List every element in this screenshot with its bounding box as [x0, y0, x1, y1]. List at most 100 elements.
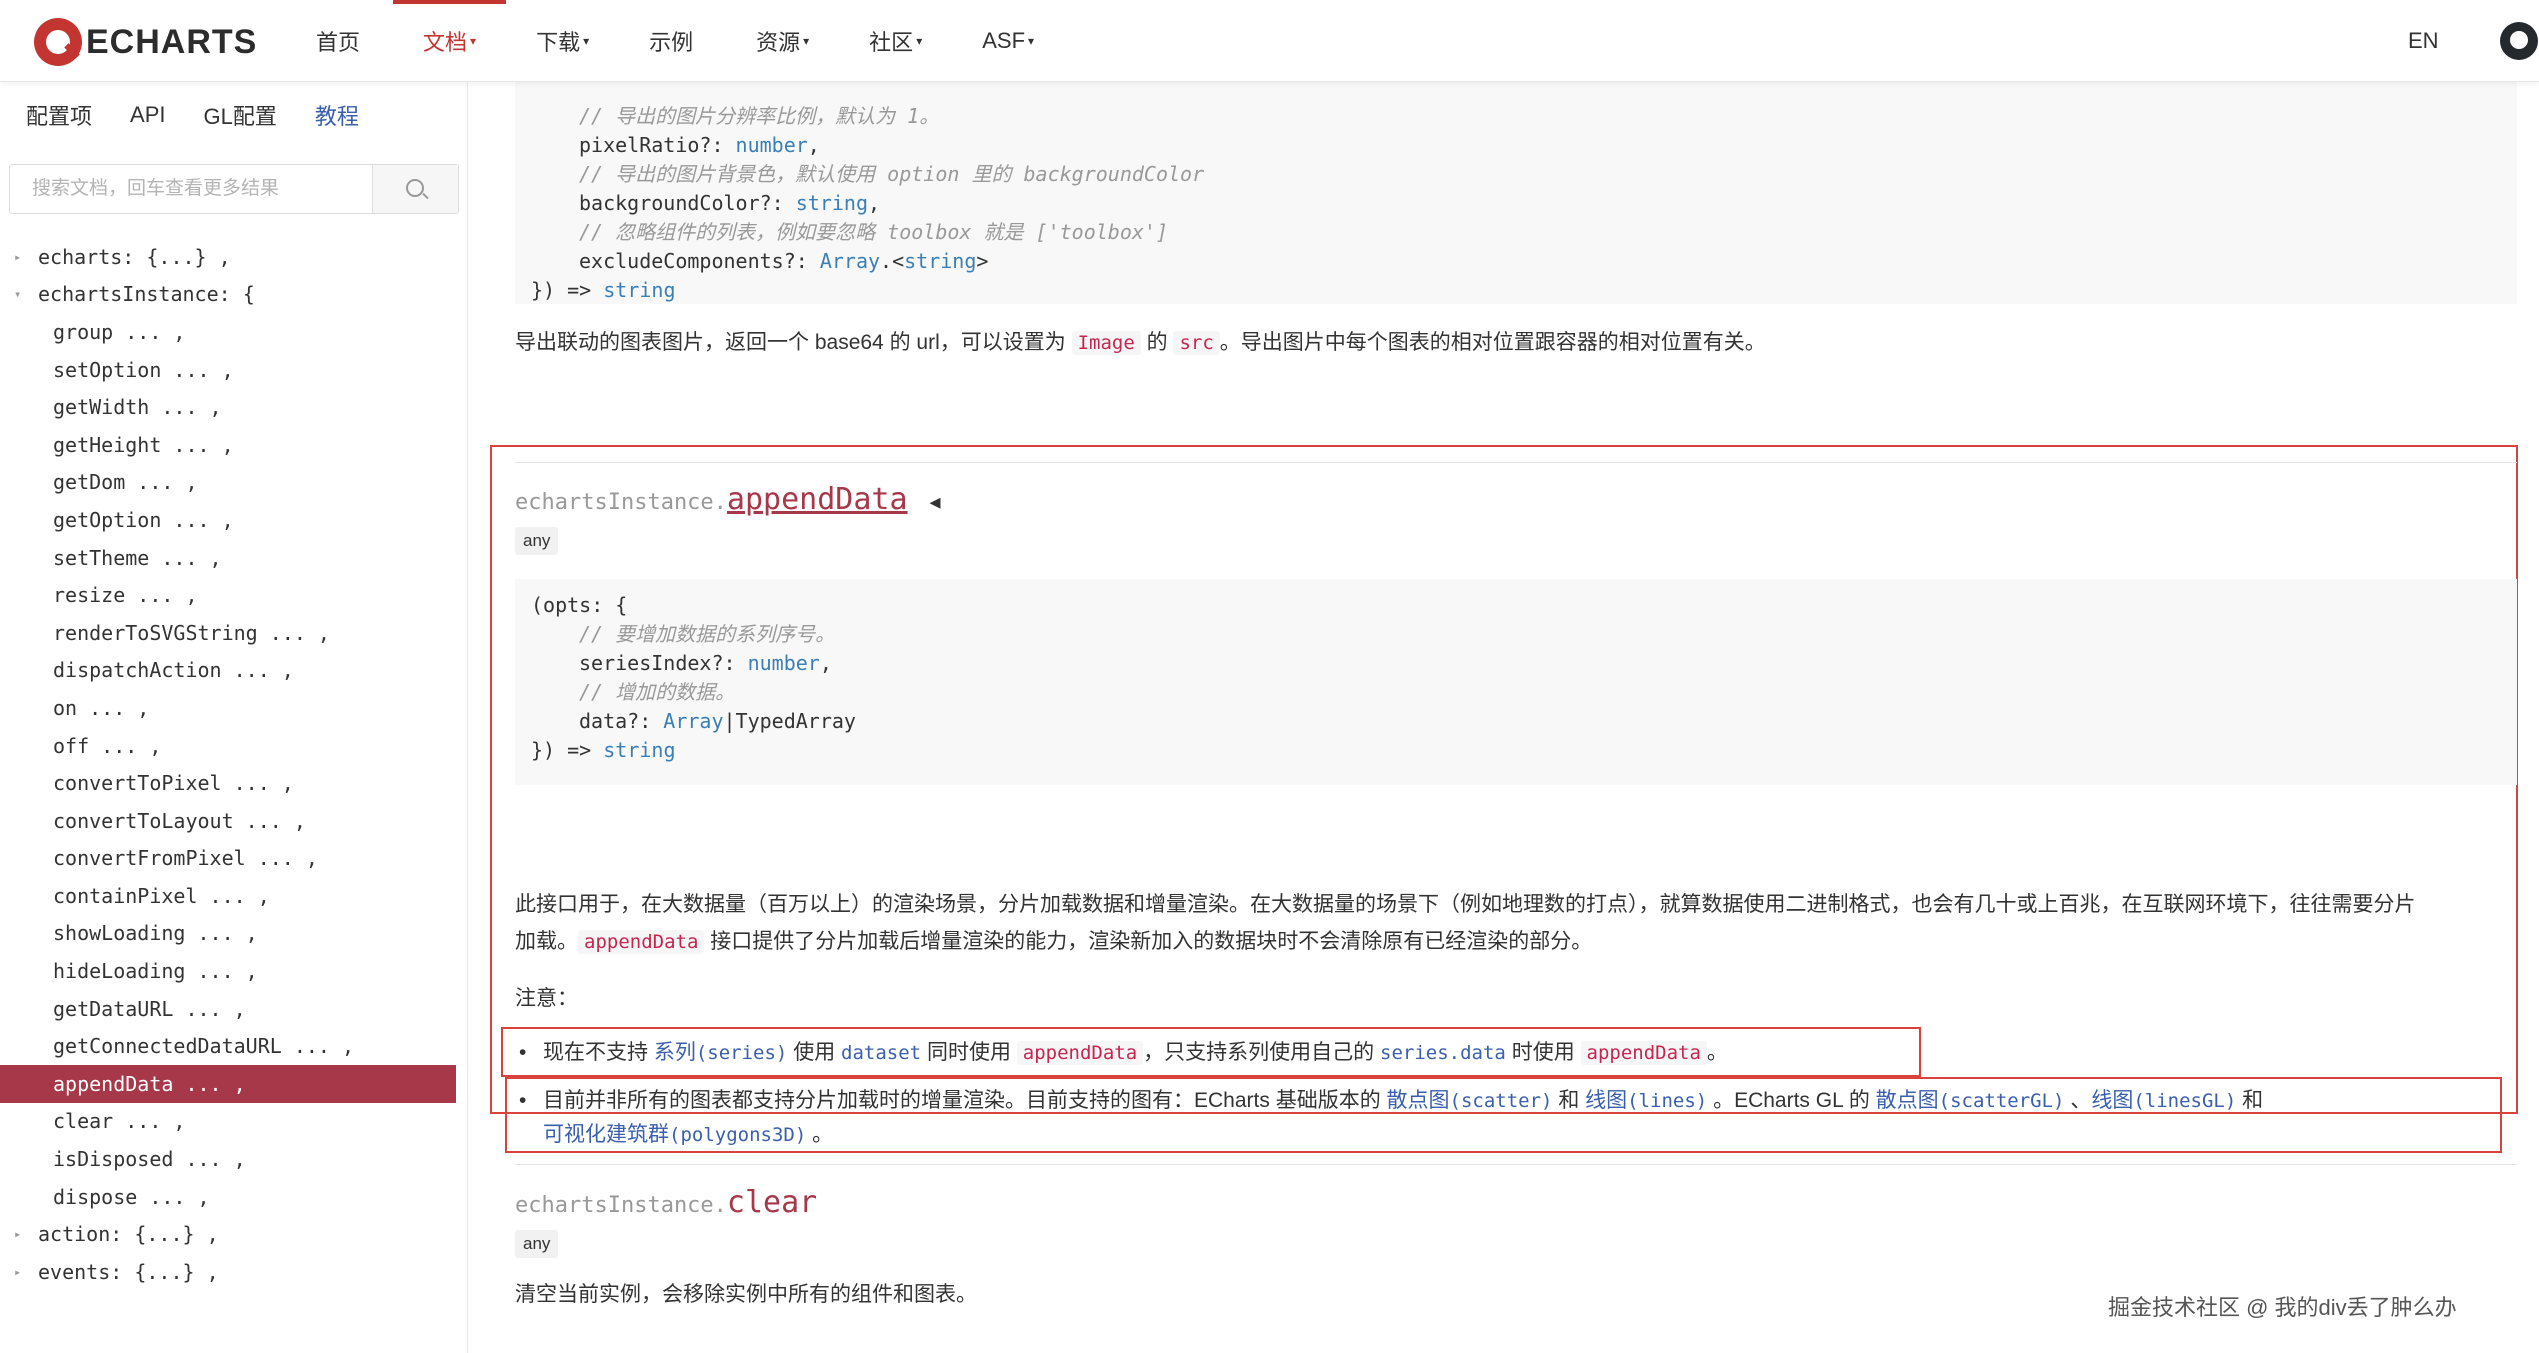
link-scattergl[interactable]: 散点图 [1876, 1089, 1939, 1112]
link-polygons3d[interactable]: 可视化建筑群 [543, 1123, 669, 1146]
search-input[interactable] [10, 165, 372, 213]
tree-item[interactable]: group ... , [0, 313, 468, 351]
tab-gl-option[interactable]: GL配置 [203, 99, 276, 131]
section-divider [515, 1164, 2517, 1165]
inline-code: appendData [1016, 1041, 1144, 1065]
top-navbar: ECHARTS 首页 文档 ▾ 下载 ▾ 示例 资源 ▾ 社区 ▾ ASF ▾ EN [0, 0, 2539, 82]
nav-menu: 首页 文档 ▾ 下载 ▾ 示例 资源 ▾ 社区 ▾ ASF ▾ [286, 0, 1064, 82]
code-key: excludeComponents?: [579, 249, 820, 273]
nav-item-examples[interactable]: 示例 [619, 0, 726, 82]
inline-code: appendData [578, 930, 705, 954]
nav-item-resources[interactable]: 资源 ▾ [726, 0, 839, 82]
code-punct: }) => [531, 738, 604, 762]
code-key: pixelRatio?: [579, 133, 736, 157]
back-arrow-icon[interactable]: ◂ [930, 489, 941, 514]
getconnecteddataurl-description: 导出联动的图表图片，返回一个 base64 的 url，可以设置为 Image … [515, 324, 2517, 362]
tree-item[interactable]: getOption ... , [0, 501, 468, 539]
tree-item[interactable]: renderToSVGString ... , [0, 614, 468, 652]
tree-item[interactable]: clear ... , [0, 1103, 468, 1141]
link-linesgl-code[interactable]: (linesGL) [2133, 1090, 2236, 1112]
tree-item[interactable]: showLoading ... , [0, 915, 468, 953]
code-punct: > [976, 249, 989, 273]
nav-item-docs[interactable]: 文档 ▾ [393, 0, 507, 82]
code-type: number [747, 651, 820, 675]
tree-item-label: convertToLayout ... , [53, 808, 306, 833]
tab-api[interactable]: API [130, 102, 165, 128]
chevron-down-icon: ▾ [1028, 34, 1035, 48]
tree-item-label: on ... , [53, 695, 150, 720]
link-series[interactable]: 系列 [654, 1041, 696, 1064]
nav-label: ASF [982, 28, 1026, 53]
language-switch[interactable]: EN [2408, 0, 2439, 82]
tree-item[interactable]: getWidth ... , [0, 388, 468, 426]
tree-item[interactable]: on ... , [0, 689, 468, 727]
echarts-logo[interactable]: ECHARTS [34, 16, 257, 68]
tree-item[interactable]: off ... , [0, 727, 468, 765]
github-icon[interactable] [2500, 22, 2538, 60]
tree-item[interactable]: containPixel ... , [0, 877, 468, 915]
tree-item[interactable]: setTheme ... , [0, 539, 468, 577]
tree-item[interactable]: convertToPixel ... , [0, 764, 468, 802]
section-divider [515, 462, 2517, 463]
chevron-down-icon: ▾ [583, 34, 590, 48]
link-linesgl[interactable]: 线图 [2091, 1089, 2133, 1112]
tree-item[interactable]: isDisposed ... , [0, 1140, 468, 1178]
tree-item[interactable]: ▾ echartsInstance: { [0, 276, 468, 314]
link-lines[interactable]: 线图 [1585, 1089, 1627, 1112]
tree-item-selected[interactable]: appendData ... , [0, 1065, 456, 1103]
tree-item-label: hideLoading ... , [53, 959, 258, 984]
tree-item[interactable]: ▸ action: {...} , [0, 1215, 468, 1253]
tree-item[interactable]: hideLoading ... , [0, 952, 468, 990]
tree-item-label: off ... , [53, 733, 162, 758]
link-scatter[interactable]: 散点图 [1387, 1089, 1450, 1112]
tree-item[interactable]: dispose ... , [0, 1178, 468, 1216]
tree-item-label: dispatchAction ... , [53, 658, 294, 683]
desc-line: 此接口用于，在大数据量（百万以上）的渲染场景，分片加载数据和增量渲染。在大数据量… [515, 893, 2416, 916]
tree-item-label: getConnectedDataURL ... , [53, 1034, 355, 1059]
link-dataset[interactable]: dataset [841, 1042, 921, 1064]
nav-item-asf[interactable]: ASF ▾ [952, 0, 1064, 82]
code-block-appenddata: (opts: {// 要增加数据的系列序号。 seriesIndex?: numb… [515, 579, 2517, 785]
code-line: (opts: { [531, 593, 628, 617]
code-line: backgroundColor?: string, [531, 189, 2501, 218]
search-button[interactable] [372, 165, 458, 213]
caret-right-icon[interactable]: ▸ [14, 250, 38, 264]
code-line: excludeComponents?: Array.<string> [531, 247, 2501, 276]
code-key: backgroundColor?: [579, 191, 796, 215]
caret-right-icon[interactable]: ▸ [14, 1265, 38, 1279]
tab-tutorial[interactable]: 教程 [315, 99, 359, 131]
link-series-data[interactable]: series.data [1380, 1042, 1506, 1064]
tree-item-label: echartsInstance: { [38, 282, 255, 307]
link-polygons3d-code[interactable]: (polygons3D) [669, 1124, 806, 1146]
tree-item[interactable]: ▸ echarts: {...} , [0, 238, 468, 276]
tree-item[interactable]: resize ... , [0, 576, 468, 614]
caret-right-icon[interactable]: ▸ [14, 1227, 38, 1241]
api-name[interactable]: clear [727, 1185, 817, 1220]
tree-item[interactable]: getDom ... , [0, 464, 468, 502]
nav-item-download[interactable]: 下载 ▾ [506, 0, 619, 82]
nav-item-community[interactable]: 社区 ▾ [839, 0, 952, 82]
tree-item[interactable]: getHeight ... , [0, 426, 468, 464]
code-type: number [735, 133, 808, 157]
tree-item[interactable]: convertToLayout ... , [0, 802, 468, 840]
tree-item[interactable]: setOption ... , [0, 351, 468, 389]
link-lines-code[interactable]: (lines) [1627, 1090, 1707, 1112]
tree-item[interactable]: ▸ events: {...} , [0, 1253, 468, 1291]
doc-sidebar: 配置项 API GL配置 教程 ▸echarts: {...} ,▾echart… [0, 82, 468, 1353]
tree-item[interactable]: dispatchAction ... , [0, 652, 468, 690]
api-name[interactable]: appendData [727, 482, 908, 517]
nav-item-home[interactable]: 首页 [286, 0, 393, 82]
link-scatter-code[interactable]: (scatter) [1450, 1090, 1553, 1112]
code-punct: |TypedArray [723, 709, 856, 733]
tree-item[interactable]: getConnectedDataURL ... , [0, 1027, 468, 1065]
link-scattergl-code[interactable]: (scatterGL) [1939, 1090, 2065, 1112]
code-comment: // 增加的数据。 [579, 680, 736, 704]
search-box [9, 164, 459, 214]
watermark: 掘金技术社区 @ 我的div丢了肿么办 [2108, 1295, 2457, 1320]
caret-down-icon[interactable]: ▾ [14, 287, 38, 301]
sidebar-tabs: 配置项 API GL配置 教程 [0, 82, 467, 148]
link-series-code[interactable]: (series) [696, 1042, 788, 1064]
tree-item[interactable]: getDataURL ... , [0, 990, 468, 1028]
tree-item[interactable]: convertFromPixel ... , [0, 840, 468, 878]
tab-option[interactable]: 配置项 [26, 99, 92, 131]
